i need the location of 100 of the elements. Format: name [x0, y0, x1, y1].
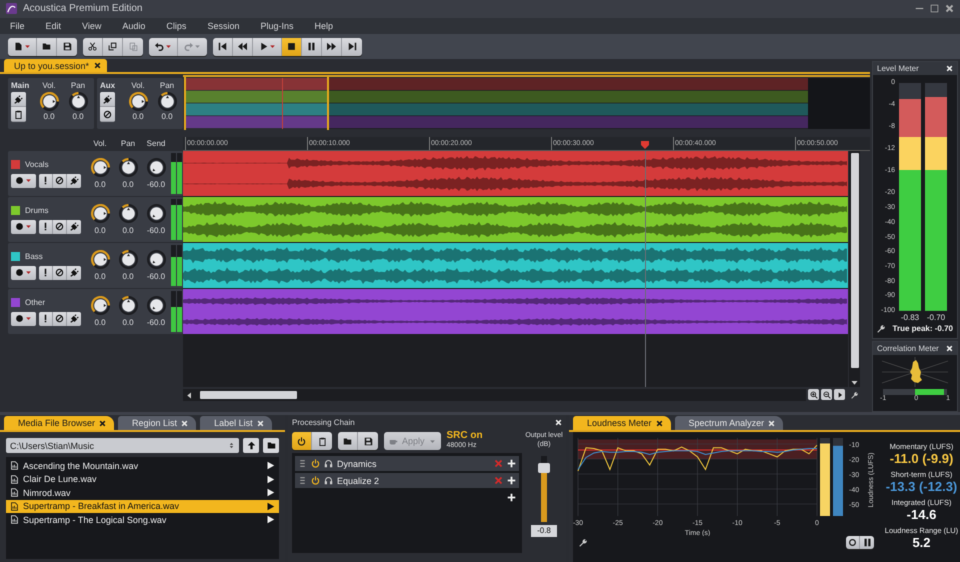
file-row[interactable]: Supertramp - Breakfast in America.wav — [6, 500, 279, 514]
knob[interactable] — [90, 250, 110, 270]
play-button[interactable] — [266, 502, 275, 511]
folder-path-dropdown[interactable]: C:\Users\Stian\Music — [6, 438, 240, 454]
plug-button[interactable] — [67, 266, 81, 280]
menu-item[interactable]: View — [82, 21, 108, 32]
record-button[interactable] — [11, 312, 36, 326]
track-name[interactable]: Other — [25, 298, 46, 307]
track-name[interactable]: Drums — [25, 206, 49, 215]
up-folder-button[interactable] — [243, 438, 260, 454]
no-sign-button[interactable] — [53, 174, 67, 188]
track-name[interactable]: Vocals — [25, 160, 49, 169]
save-button[interactable] — [358, 432, 378, 450]
menu-item[interactable]: Edit — [46, 21, 68, 32]
record-button[interactable] — [11, 220, 36, 234]
plug-button[interactable] — [11, 92, 26, 108]
knob[interactable] — [118, 158, 138, 178]
document-button[interactable] — [8, 38, 37, 56]
panel-tab[interactable]: Region List — [118, 416, 196, 430]
waveform-clip[interactable] — [183, 197, 848, 242]
knob[interactable] — [68, 92, 88, 112]
slider-thumb[interactable] — [538, 463, 550, 474]
file-row[interactable]: Nimrod.wav — [6, 486, 279, 500]
scissors-button[interactable] — [83, 38, 103, 56]
session-overview-drawing[interactable] — [183, 75, 870, 132]
menu-item[interactable]: File — [10, 21, 32, 32]
knob[interactable] — [118, 296, 138, 316]
panel-tab[interactable]: Media File Browser — [4, 416, 114, 430]
clipboard-button[interactable] — [312, 432, 332, 450]
plugin-row[interactable]: Dynamics — [295, 456, 519, 472]
zoom-out-button[interactable] — [821, 389, 832, 400]
vertical-scrollbar[interactable] — [849, 151, 860, 388]
fast-forward-button[interactable] — [322, 38, 342, 56]
knob[interactable] — [118, 250, 138, 270]
undo-button[interactable] — [149, 38, 178, 56]
plug-button[interactable] — [67, 312, 81, 326]
knob[interactable] — [146, 204, 166, 224]
playhead-marker-icon[interactable] — [641, 141, 649, 150]
power-button[interactable] — [292, 432, 312, 450]
knob[interactable] — [146, 250, 166, 270]
play-button[interactable] — [266, 488, 275, 498]
open-button[interactable] — [338, 432, 358, 450]
rewind-button[interactable] — [233, 38, 253, 56]
zoom-in-button[interactable] — [808, 389, 820, 400]
menu-item[interactable]: Session — [207, 21, 246, 32]
stop-button[interactable] — [282, 38, 302, 56]
panel-tab[interactable]: Loudness Meter — [573, 416, 671, 430]
waveform-clip[interactable] — [183, 151, 848, 196]
no-sign-button[interactable] — [100, 107, 115, 122]
add-plugin-button[interactable] — [507, 459, 516, 468]
no-sign-button[interactable] — [53, 220, 67, 234]
knob[interactable] — [90, 296, 110, 316]
waveform-clip[interactable] — [183, 289, 848, 334]
panel-tab[interactable]: Spectrum Analyzer — [674, 416, 784, 430]
knob[interactable] — [90, 204, 110, 224]
waveform-clip[interactable] — [183, 243, 848, 288]
session-tab[interactable]: Up to you.session* — [4, 59, 108, 72]
knob[interactable] — [40, 92, 58, 112]
menu-item[interactable]: Audio — [122, 21, 152, 32]
knob[interactable] — [90, 158, 110, 178]
no-sign-button[interactable] — [53, 312, 67, 326]
play-button[interactable] — [253, 38, 282, 56]
menu-item[interactable]: Clips — [166, 21, 194, 32]
floppy-disk-button[interactable] — [57, 38, 77, 56]
knob[interactable] — [146, 296, 166, 316]
menu-item[interactable]: Help — [314, 21, 340, 32]
close-button[interactable] — [945, 4, 954, 14]
folder-button[interactable] — [37, 38, 57, 56]
add-plugin-button[interactable] — [507, 476, 516, 486]
exclamation-button[interactable] — [39, 266, 53, 280]
output-level-slider[interactable] — [541, 456, 547, 522]
skip-to-end-button[interactable] — [342, 38, 362, 56]
file-row[interactable]: Clair De Lune.wav — [6, 472, 279, 486]
pause-button[interactable] — [302, 38, 322, 56]
play-button[interactable] — [266, 515, 275, 524]
track-name[interactable]: Bass — [25, 252, 43, 261]
file-row[interactable]: Supertramp - The Logical Song.wav — [6, 513, 279, 527]
knob[interactable] — [158, 92, 176, 112]
play-button[interactable] — [266, 461, 275, 470]
plugin-row[interactable]: Equalize 2 — [295, 473, 519, 488]
scroll-right-button[interactable] — [834, 389, 846, 400]
copy-button[interactable] — [103, 38, 123, 56]
reset-button[interactable] — [846, 536, 860, 550]
file-row[interactable]: Ascending the Mountain.wav — [6, 459, 279, 473]
maximize-button[interactable] — [930, 4, 939, 14]
settings-button[interactable] — [849, 389, 860, 400]
plug-button[interactable] — [100, 92, 115, 108]
plug-button[interactable] — [67, 174, 81, 188]
pause-button[interactable] — [860, 536, 874, 550]
play-button[interactable] — [266, 474, 275, 484]
knob[interactable] — [118, 204, 138, 224]
output-level-field[interactable]: -0.8 — [531, 525, 557, 538]
no-sign-button[interactable] — [53, 266, 67, 280]
add-plugin-button[interactable] — [507, 493, 516, 502]
record-button[interactable] — [11, 174, 36, 188]
skip-to-start-button[interactable] — [213, 38, 233, 56]
knob[interactable] — [128, 92, 148, 112]
horizontal-scrollbar[interactable] — [183, 389, 806, 402]
record-button[interactable] — [11, 266, 36, 280]
browse-folder-button[interactable] — [263, 438, 279, 454]
